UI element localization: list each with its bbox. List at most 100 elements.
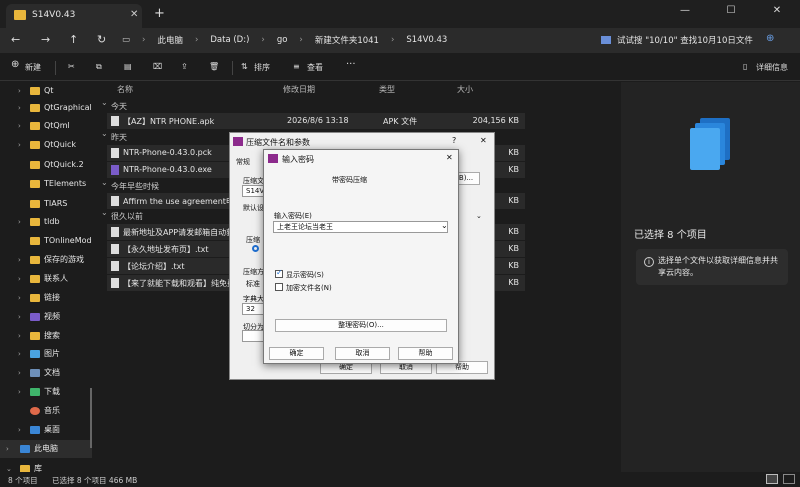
password-dialog: 输入密码 ✕ 带密码压缩 输入密码(E) 上老王论坛当老王 ⌄ ✓ 显示密码(S… [263, 149, 459, 364]
sidebar-item[interactable]: › 下载 [0, 383, 92, 401]
group-header[interactable]: 今年早些时候 [101, 178, 159, 192]
close-icon[interactable]: ✕ [446, 153, 453, 162]
breadcrumb-item[interactable]: 此电脑 [157, 34, 183, 46]
sidebar-item[interactable]: › 文档 [0, 364, 92, 382]
folder-icon [30, 141, 40, 149]
up-button[interactable]: ↑ [69, 33, 78, 46]
help-icon[interactable]: ? [452, 136, 456, 145]
sidebar-item[interactable]: › QtGraphicalE [0, 99, 92, 117]
archive-name-field[interactable]: S14V0 [242, 185, 269, 197]
column-name[interactable]: 名称 [117, 84, 133, 95]
details-button[interactable]: 详细信息 [756, 62, 788, 73]
tab-s14v043[interactable]: S14V0.43 ✕ [6, 4, 142, 28]
close-window-button[interactable]: ✕ [754, 0, 800, 24]
file-icon [111, 227, 119, 237]
sidebar-item[interactable]: › 视频 [0, 308, 92, 326]
encrypt-names-checkbox[interactable] [275, 283, 283, 291]
sidebar-item[interactable]: TElements [0, 175, 92, 193]
sidebar-item[interactable]: QtQuick.2 [0, 156, 92, 174]
sidebar-item[interactable]: › Qt [0, 82, 92, 100]
selected-info: 已选择 8 个项目 466 MB [52, 476, 138, 485]
copy-icon[interactable]: ⧉ [96, 62, 102, 72]
chevron-right-icon: › [261, 35, 265, 45]
scrollbar-thumb[interactable] [90, 388, 92, 448]
ok-button[interactable]: 确定 [269, 347, 324, 360]
cancel-button[interactable]: 取消 [335, 347, 390, 360]
password-input[interactable]: 上老王论坛当老王 [273, 221, 448, 233]
organize-passwords-button[interactable]: 整理密码(O)... [275, 319, 447, 332]
paste-icon[interactable]: ▤ [124, 62, 132, 71]
item-count: 8 个项目 [8, 476, 38, 485]
forward-button[interactable]: → [41, 33, 50, 46]
column-date[interactable]: 修改日期 [283, 84, 315, 95]
dict-field[interactable]: 32 [242, 303, 264, 315]
folder-icon [14, 10, 26, 20]
folder-icon [30, 161, 40, 169]
help-button[interactable]: 帮助 [398, 347, 453, 360]
window-controls: — ☐ ✕ [662, 0, 800, 24]
sidebar-item[interactable]: TIARS [0, 195, 92, 213]
method-value[interactable]: 标准 [246, 279, 260, 289]
sidebar-item[interactable]: › 链接 [0, 289, 92, 307]
search-folder-icon [30, 332, 40, 340]
share-icon[interactable]: ⇪ [181, 62, 188, 71]
sidebar-item[interactable]: 音乐 [0, 402, 92, 420]
monitor-icon: ▭ [122, 35, 131, 45]
dialog-title: 压缩文件名和参数 [246, 138, 310, 147]
sidebar-item[interactable]: › tldb [0, 213, 92, 231]
group-header[interactable]: 很久以前 [101, 208, 143, 222]
breadcrumb-item[interactable]: S14V0.43 [406, 35, 447, 45]
tiles-view-button[interactable] [783, 474, 795, 484]
sidebar-item[interactable]: › 联系人 [0, 270, 92, 288]
split-field[interactable] [242, 330, 264, 342]
search-box[interactable]: 试试搜 "10/10" 查找10月10日文件 [601, 30, 757, 50]
sidebar-item[interactable]: › 图片 [0, 345, 92, 363]
chevron-down-icon[interactable]: ⌄ [441, 221, 448, 230]
divider [232, 61, 233, 75]
add-icon: ⊕ [11, 59, 20, 70]
sort-icon: ⇅ [241, 62, 248, 71]
new-button[interactable]: 新建 [25, 62, 41, 73]
chevron-down-icon[interactable]: ⌄ [476, 212, 482, 220]
sidebar-item[interactable]: › 桌面 [0, 421, 92, 439]
sidebar-item[interactable]: › 搜索 [0, 327, 92, 345]
new-tab-button[interactable]: + [154, 6, 165, 21]
method-label: 压缩方 [243, 268, 264, 276]
breadcrumb-item[interactable]: go [277, 35, 288, 45]
group-header[interactable]: 昨天 [101, 129, 127, 143]
breadcrumb[interactable]: ▭ › 此电脑 › Data (D:) › go › 新建文件夹1041 › S… [116, 30, 594, 50]
sidebar-item-this-pc[interactable]: › 此电脑 [0, 440, 92, 458]
sort-button[interactable]: 排序 [254, 62, 270, 73]
close-tab-icon[interactable]: ✕ [130, 9, 138, 20]
radio-rar[interactable] [252, 245, 259, 252]
close-icon[interactable]: ✕ [480, 136, 487, 145]
details-view-button[interactable] [766, 474, 778, 484]
dialog-title: 输入密码 [282, 155, 314, 164]
delete-icon[interactable]: 🗑 [209, 62, 219, 71]
tab-general[interactable]: 常规 [236, 157, 250, 167]
file-icon [111, 196, 119, 206]
exe-icon [111, 165, 119, 175]
file-row[interactable]: 【AZ】NTR PHONE.apk 2026/8/6 13:18 APK 文件 … [107, 113, 525, 129]
breadcrumb-item[interactable]: 新建文件夹1041 [315, 34, 379, 46]
maximize-button[interactable]: ☐ [708, 0, 754, 24]
navigation-pane: › Qt › QtGraphicalE › QtQml › QtQuick QtQuic… [0, 82, 92, 473]
sidebar-item[interactable]: TOnlineMode [0, 232, 92, 250]
column-type[interactable]: 类型 [379, 84, 395, 95]
rename-icon[interactable]: ⌧ [153, 62, 162, 71]
group-header[interactable]: 今天 [101, 98, 127, 112]
column-size[interactable]: 大小 [457, 84, 473, 95]
copilot-icon[interactable]: ⊕ [766, 33, 774, 44]
back-button[interactable]: ← [11, 33, 20, 46]
cut-icon[interactable]: ✂ [68, 62, 75, 71]
more-button[interactable]: ··· [346, 59, 356, 70]
breadcrumb-item[interactable]: Data (D:) [210, 35, 249, 45]
refresh-button[interactable]: ↻ [97, 33, 106, 46]
minimize-button[interactable]: — [662, 0, 708, 24]
chevron-right-icon: › [390, 35, 395, 45]
view-button[interactable]: 查看 [307, 62, 323, 73]
show-password-checkbox[interactable]: ✓ [275, 268, 283, 278]
sidebar-item[interactable]: › 保存的游戏 [0, 251, 92, 269]
sidebar-item[interactable]: › QtQuick [0, 136, 92, 154]
sidebar-item[interactable]: › QtQml [0, 117, 92, 135]
